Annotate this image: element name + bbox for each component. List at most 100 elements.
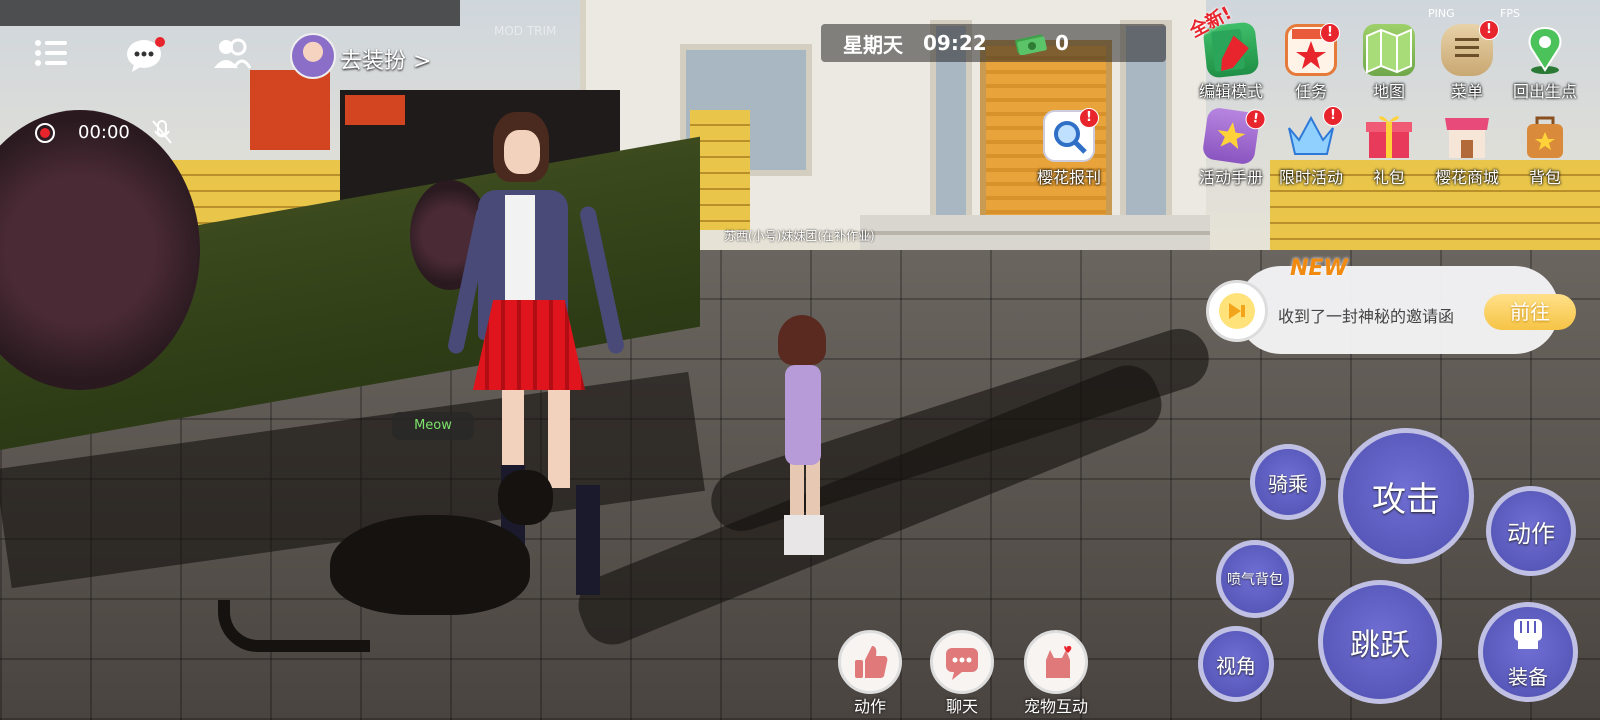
menu-scroll-icon: ! [1441, 20, 1499, 76]
menu-label: 任务 [1294, 82, 1327, 101]
time-money-bar: 星期天 09:22 0 [821, 24, 1166, 62]
equip-button[interactable]: 装备 [1478, 602, 1578, 702]
bottom-chat-label: 聊天 [945, 697, 978, 716]
folded-map-icon [1366, 28, 1412, 74]
menu-label: 樱花商城 [1434, 168, 1499, 187]
npc-body [785, 365, 821, 465]
list-menu-button[interactable] [34, 38, 68, 68]
record-timer: 00:00 [78, 122, 130, 143]
red-building [250, 70, 330, 150]
menu-label: 礼包 [1372, 168, 1405, 187]
player-face [504, 130, 540, 174]
roof-beam [0, 0, 460, 26]
record-icon [35, 123, 55, 143]
ride-button[interactable]: 骑乘 [1250, 444, 1326, 520]
player-leg [548, 388, 570, 488]
activity-book-icon: ! [1201, 106, 1267, 166]
npc-boot [784, 515, 804, 555]
chat-bubble-icon [127, 37, 165, 72]
fps-label: FPS [1500, 7, 1520, 20]
friends-button[interactable] [212, 34, 252, 74]
clock-label: 09:22 [923, 31, 987, 55]
player-sock [576, 485, 600, 595]
player-shirt [505, 195, 535, 305]
alert-badge: ! [1479, 20, 1499, 40]
spawn-pin-icon [1519, 24, 1571, 76]
storefront-icon [1445, 118, 1489, 158]
arrow-right-icon [1219, 293, 1255, 329]
menu-backpack[interactable]: 背包 [1508, 110, 1582, 188]
menu-label: 樱花报刊 [1036, 168, 1101, 187]
pet-cat[interactable] [330, 515, 530, 615]
jump-button[interactable]: 跳跃 [1318, 580, 1442, 704]
weekday-label: 星期天 [843, 32, 903, 57]
alert-badge: ! [1079, 108, 1099, 128]
menu-gift[interactable]: 礼包 [1352, 110, 1426, 188]
list-icon [35, 40, 67, 66]
bag-icon [1527, 116, 1563, 158]
jetpack-button[interactable]: 喷气背包 [1216, 540, 1294, 618]
alert-badge: ! [1320, 23, 1340, 43]
menu-tasks[interactable]: ! 任务 [1274, 23, 1348, 102]
cash-icon [1015, 34, 1047, 55]
player-avatar[interactable] [290, 33, 336, 79]
record-button[interactable] [34, 122, 56, 144]
alert-badge: ! [1323, 106, 1343, 126]
task-calendar-icon: ! [1285, 23, 1340, 76]
menu-label: 限时活动 [1278, 168, 1343, 187]
pet-cat-head[interactable] [498, 470, 553, 525]
shop-icon [1441, 110, 1493, 162]
gift-icon [1363, 110, 1415, 162]
bottom-pet-button[interactable] [1024, 630, 1088, 694]
bottom-action-button[interactable] [838, 630, 902, 694]
menu-label: 编辑模式 [1198, 82, 1263, 101]
notice-go-button[interactable]: 前往 [1484, 294, 1576, 330]
mic-toggle-button[interactable] [150, 118, 174, 146]
fist-icon [1514, 618, 1542, 649]
menu-activity-book[interactable]: ! 活动手册 [1194, 106, 1268, 188]
view-button[interactable]: 视角 [1198, 626, 1274, 702]
npc-boot [804, 515, 824, 555]
bottom-pet-label: 宠物互动 [1023, 697, 1088, 716]
mic-muted-icon [152, 120, 172, 144]
menu-edit-mode[interactable]: 全新! 编辑模式 [1186, 3, 1268, 102]
menu-limited-event[interactable]: ! 限时活动 [1274, 106, 1348, 188]
watermark-text: MOD TRIM [494, 24, 557, 38]
notice-message: 收到了一封神秘的邀请函 [1278, 307, 1455, 326]
menu-map[interactable]: 地图 [1352, 24, 1426, 102]
location-pin-icon [1528, 26, 1562, 74]
bottom-action-label: 动作 [853, 697, 886, 716]
chat-bubble-icon [946, 648, 978, 680]
menu-label: 菜单 [1450, 82, 1483, 101]
friends-icon [214, 38, 252, 69]
menu-label: 背包 [1528, 168, 1561, 187]
crown-icon: ! [1285, 106, 1343, 162]
menu-news[interactable]: ! 樱花报刊 [1032, 108, 1106, 188]
cat-tail [218, 600, 370, 652]
menu-respawn[interactable]: 回出生点 [1508, 24, 1582, 102]
map-icon [1363, 24, 1415, 76]
menu-label: 地图 [1372, 82, 1405, 101]
menu-label: 回出生点 [1512, 82, 1577, 101]
bottom-chat-button[interactable] [930, 630, 994, 694]
news-search-icon: ! [1043, 108, 1099, 162]
money-amount: 0 [1055, 31, 1069, 55]
menu-label: 活动手册 [1198, 168, 1263, 187]
ping-label: PING [1428, 7, 1455, 20]
menu-shop[interactable]: 樱花商城 [1430, 110, 1504, 188]
red-building [345, 95, 405, 125]
gift-box-icon [1366, 116, 1412, 158]
new-tag: NEW [1290, 256, 1348, 281]
pet-speech-bubble: Meow [392, 412, 474, 440]
action-button[interactable]: 动作 [1486, 486, 1576, 576]
dress-up-link[interactable]: 去装扮 > [340, 43, 431, 75]
npc-hair [778, 315, 826, 365]
attack-button[interactable]: 攻击 [1338, 428, 1474, 564]
thumbs-up-icon [855, 646, 888, 678]
notice-arrow-button[interactable] [1206, 280, 1268, 342]
backpack-icon [1519, 110, 1571, 162]
npc-name-label: 苏西(小号)妹妹团(在补作业) [724, 229, 875, 243]
equip-label: 装备 [1508, 664, 1548, 689]
chat-message-button[interactable] [124, 34, 168, 74]
menu-main[interactable]: ! 菜单 [1430, 20, 1504, 102]
